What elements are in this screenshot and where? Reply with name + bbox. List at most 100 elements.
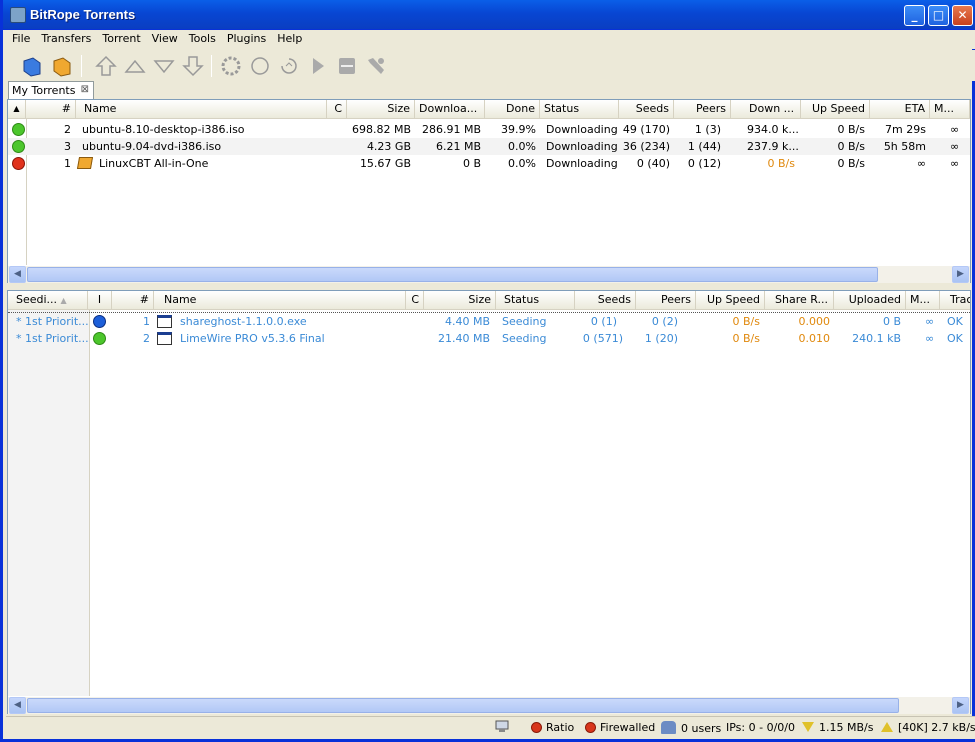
col-up-speed[interactable]: Up Speed bbox=[801, 100, 870, 119]
bottom-horizontal-scrollbar[interactable]: ◀ ▶ bbox=[8, 697, 970, 714]
col-i[interactable]: I bbox=[88, 291, 112, 310]
menu-transfers[interactable]: Transfers bbox=[35, 30, 96, 45]
sort-up-icon[interactable]: ▲ bbox=[8, 100, 26, 119]
col-seeds[interactable]: Seeds bbox=[619, 100, 674, 119]
col-m[interactable]: M... bbox=[930, 100, 970, 119]
menu-torrent[interactable]: Torrent bbox=[96, 30, 145, 45]
col-done[interactable]: Done bbox=[485, 100, 540, 119]
col-status[interactable]: Status bbox=[540, 100, 619, 119]
row-share-ratio: 0.000 bbox=[798, 315, 831, 328]
menu-tools[interactable]: Tools bbox=[183, 30, 221, 45]
row-up-speed: 0 B/s bbox=[837, 157, 865, 170]
row-seeds: 0 (40) bbox=[636, 157, 670, 170]
maximize-button[interactable]: □ bbox=[928, 5, 949, 26]
menu-file[interactable]: File bbox=[6, 30, 35, 45]
row-peers: 1 (3) bbox=[694, 123, 721, 136]
scroll-right-icon[interactable]: ▶ bbox=[952, 697, 969, 714]
move-down-icon[interactable] bbox=[152, 54, 176, 78]
col-down-speed[interactable]: Down ... bbox=[731, 100, 801, 119]
table-row[interactable]: * 1st Priorit... 1 shareghost-1.1.0.0.ex… bbox=[8, 313, 970, 330]
move-bottom-icon[interactable] bbox=[181, 54, 205, 78]
table-row[interactable]: 2 ubuntu-8.10-desktop-i386.iso 698.82 MB… bbox=[8, 121, 970, 138]
col-uploaded[interactable]: Uploaded bbox=[834, 291, 906, 310]
row-done: 39.9% bbox=[501, 123, 536, 136]
col-c[interactable]: C bbox=[327, 100, 347, 119]
green-smiley-icon bbox=[93, 332, 106, 345]
move-top-icon[interactable] bbox=[94, 54, 118, 78]
tab-my-torrents[interactable]: My Torrents ⊠ bbox=[8, 81, 94, 99]
col-num[interactable]: # bbox=[26, 100, 76, 119]
col-peers[interactable]: Peers bbox=[636, 291, 696, 310]
scroll-left-icon[interactable]: ◀ bbox=[9, 697, 26, 714]
stop-circle-icon[interactable] bbox=[248, 54, 272, 78]
row-up-speed: 0 B/s bbox=[732, 332, 760, 345]
col-name[interactable]: Name bbox=[76, 100, 327, 119]
users-status[interactable]: 0 users bbox=[661, 721, 721, 735]
col-tracker[interactable]: Trac bbox=[940, 291, 970, 310]
row-up-speed: 0 B/s bbox=[837, 123, 865, 136]
green-smiley-icon bbox=[12, 140, 25, 153]
row-name: LinuxCBT All-in-One bbox=[99, 157, 209, 170]
users-label: 0 users bbox=[681, 722, 722, 735]
table-row[interactable]: 3 ubuntu-9.04-dvd-i386.iso 4.23 GB 6.21 … bbox=[8, 138, 970, 155]
ips-status: IPs: 0 - 0/0/0 bbox=[726, 721, 795, 734]
row-name: ubuntu-8.10-desktop-i386.iso bbox=[82, 123, 245, 136]
scroll-right-icon[interactable]: ▶ bbox=[952, 266, 969, 283]
col-seeding-rank[interactable]: Seedi... ▲ bbox=[8, 291, 88, 310]
download-speed-status[interactable]: 1.15 MB/s bbox=[802, 721, 873, 734]
exe-file-icon bbox=[157, 315, 172, 328]
title-bar[interactable]: BitRope Torrents _ □ ✕ bbox=[3, 0, 975, 30]
col-seeds[interactable]: Seeds bbox=[575, 291, 636, 310]
col-size[interactable]: Size bbox=[424, 291, 496, 310]
ratio-red-dot-icon bbox=[531, 722, 542, 733]
table-row[interactable]: * 1st Priorit... 2 LimeWire PRO v5.3.6 F… bbox=[8, 330, 970, 347]
row-peers: 1 (44) bbox=[687, 140, 721, 153]
row-status: Seeding bbox=[502, 315, 547, 328]
table-row[interactable]: 1 LinuxCBT All-in-One 15.67 GB 0 B 0.0% … bbox=[8, 155, 970, 172]
remove-tool-icon[interactable] bbox=[364, 54, 388, 78]
col-name[interactable]: Name bbox=[154, 291, 406, 310]
pause-icon[interactable] bbox=[335, 54, 359, 78]
col-downloaded[interactable]: Downloa... bbox=[415, 100, 485, 119]
move-up-icon[interactable] bbox=[123, 54, 147, 78]
queue-icon[interactable] bbox=[277, 54, 301, 78]
col-status[interactable]: Status bbox=[496, 291, 575, 310]
menu-help[interactable]: Help bbox=[271, 30, 307, 45]
col-num[interactable]: # bbox=[112, 291, 154, 310]
firewall-status[interactable]: Firewalled bbox=[585, 721, 655, 734]
col-size[interactable]: Size bbox=[347, 100, 415, 119]
col-eta[interactable]: ETA bbox=[870, 100, 930, 119]
play-icon[interactable] bbox=[306, 54, 330, 78]
scrollbar-thumb[interactable] bbox=[27, 698, 899, 713]
minimize-button[interactable]: _ bbox=[904, 5, 925, 26]
row-m: ∞ bbox=[950, 123, 960, 136]
row-num: 1 bbox=[64, 157, 71, 170]
open-folder-icon[interactable] bbox=[50, 54, 74, 78]
scroll-left-icon[interactable]: ◀ bbox=[9, 266, 26, 283]
row-size: 698.82 MB bbox=[351, 123, 411, 136]
tab-close-icon[interactable]: ⊠ bbox=[81, 84, 89, 95]
close-button[interactable]: ✕ bbox=[952, 5, 973, 26]
col-up-speed[interactable]: Up Speed bbox=[696, 291, 765, 310]
tab-bar: My Torrents ⊠ bbox=[6, 81, 975, 99]
col-c[interactable]: C bbox=[406, 291, 424, 310]
upload-speed-status[interactable]: [40K] 2.7 kB/s bbox=[881, 721, 975, 734]
row-up-speed: 0 B/s bbox=[837, 140, 865, 153]
menu-view[interactable]: View bbox=[146, 30, 183, 45]
scrollbar-thumb[interactable] bbox=[27, 267, 878, 282]
top-horizontal-scrollbar[interactable]: ◀ ▶ bbox=[8, 266, 970, 283]
row-eta: 5h 58m bbox=[883, 140, 926, 153]
row-size: 4.40 MB bbox=[444, 315, 490, 328]
settings-gear-icon[interactable] bbox=[219, 54, 243, 78]
row-m: ∞ bbox=[950, 140, 960, 153]
menu-plugins[interactable]: Plugins bbox=[221, 30, 271, 45]
col-share-ratio[interactable]: Share R... bbox=[765, 291, 834, 310]
row-num: 2 bbox=[64, 123, 71, 136]
col-m[interactable]: M... bbox=[906, 291, 940, 310]
open-torrent-icon[interactable] bbox=[20, 54, 44, 78]
row-status: Downloading bbox=[546, 140, 618, 153]
col-peers[interactable]: Peers bbox=[674, 100, 731, 119]
network-icon[interactable] bbox=[494, 719, 512, 735]
ratio-status[interactable]: Ratio bbox=[531, 721, 574, 734]
download-speed-label: 1.15 MB/s bbox=[819, 721, 874, 734]
